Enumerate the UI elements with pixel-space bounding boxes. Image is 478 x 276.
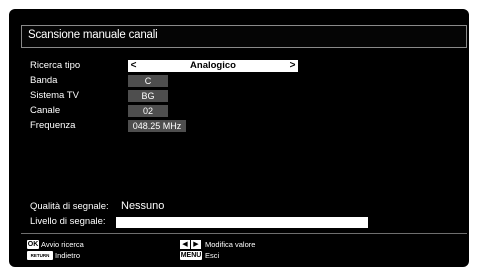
- tv-system-value[interactable]: BG: [128, 90, 168, 102]
- return-help-text: Indietro: [55, 251, 81, 260]
- right-arrow-icon: ▶: [191, 240, 201, 249]
- search-type-selector[interactable]: < Analogico >: [128, 60, 298, 72]
- channel-value[interactable]: 02: [128, 105, 168, 117]
- divider: [21, 233, 467, 234]
- search-type-value: Analogico: [190, 60, 236, 71]
- signal-level-label: Livello di segnale:: [30, 216, 106, 227]
- signal-quality-label: Qualità di segnale:: [30, 201, 109, 212]
- signal-quality-value: Nessuno: [121, 200, 165, 212]
- left-arrow-icon: ◀: [180, 240, 190, 249]
- tv-menu-screen: Scansione manuale canali Ricerca tipo < …: [9, 9, 469, 267]
- right-arrow-icon[interactable]: >: [288, 60, 297, 72]
- frequency-value[interactable]: 048.25 MHz: [128, 120, 186, 132]
- frequency-label: Frequenza: [30, 120, 76, 131]
- return-key: RETURN: [27, 251, 53, 260]
- band-value[interactable]: C: [128, 75, 168, 87]
- ok-key: OK: [27, 240, 39, 249]
- menu-key: MENU: [180, 251, 202, 260]
- tv-system-label: Sistema TV: [30, 90, 79, 101]
- left-arrow-icon[interactable]: <: [129, 60, 138, 72]
- signal-level-bar: [116, 217, 368, 228]
- menu-help-text: Esci: [205, 251, 220, 260]
- ok-help-text: Avvio ricerca: [41, 240, 84, 249]
- page-title: Scansione manuale canali: [28, 29, 158, 41]
- arrows-help-text: Modifica valore: [205, 240, 256, 249]
- channel-label: Canale: [30, 105, 61, 116]
- title-bar: Scansione manuale canali: [21, 25, 467, 48]
- search-type-label: Ricerca tipo: [30, 60, 81, 71]
- band-label: Banda: [30, 75, 58, 86]
